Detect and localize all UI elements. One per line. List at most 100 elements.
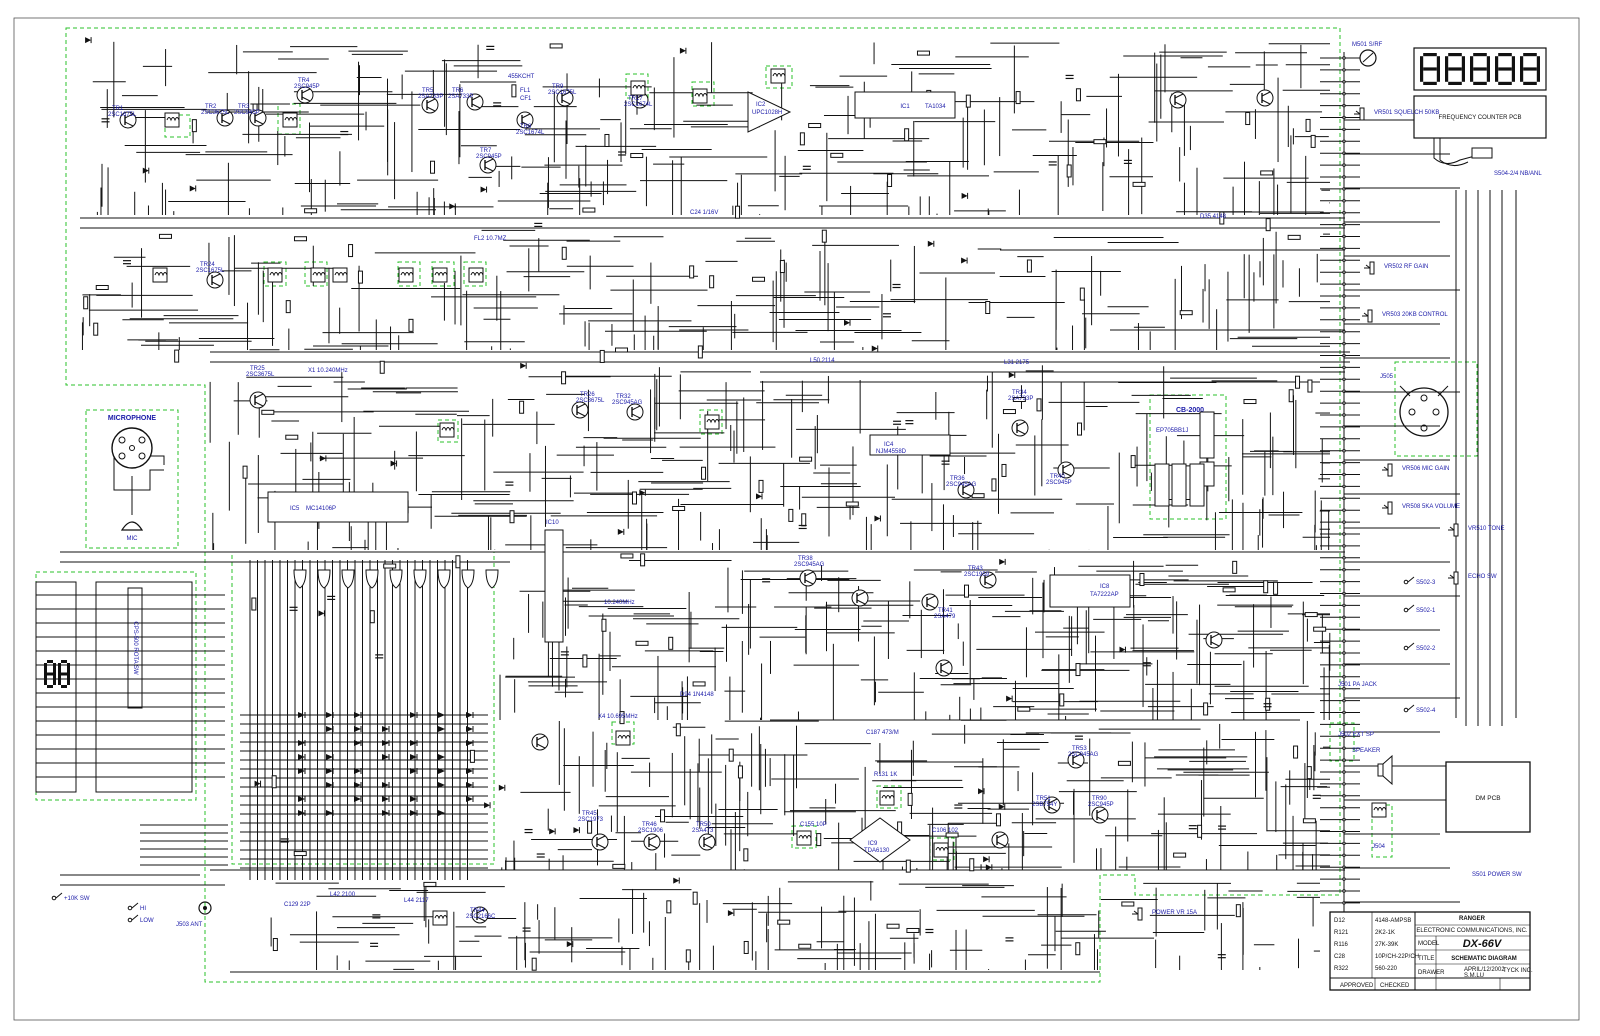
resistor bbox=[582, 207, 596, 213]
diode bbox=[189, 185, 196, 192]
annotation: FL2 10.7MZ bbox=[474, 236, 507, 242]
svg-text:UPC1028H: UPC1028H bbox=[752, 110, 782, 116]
transistor-part: 2SC945P bbox=[1046, 480, 1072, 486]
title-field-label: TITLE bbox=[1418, 956, 1434, 962]
note-value: 4148-AMPSB bbox=[1375, 918, 1411, 924]
diode bbox=[484, 802, 491, 809]
resistor bbox=[1288, 389, 1294, 403]
switch-label: S502-3 bbox=[1416, 580, 1436, 586]
resistor bbox=[779, 260, 785, 274]
resistor bbox=[668, 636, 674, 650]
matrix-diode bbox=[298, 796, 305, 802]
transistor bbox=[698, 833, 716, 851]
resistor bbox=[906, 927, 920, 933]
matrix-diode bbox=[438, 726, 445, 732]
logic-gate bbox=[341, 569, 355, 589]
segment bbox=[1470, 69, 1474, 82]
channel-digits bbox=[44, 660, 70, 688]
segment bbox=[1536, 69, 1540, 82]
resistor bbox=[799, 456, 813, 462]
transistor bbox=[1011, 419, 1029, 437]
segment bbox=[1498, 53, 1512, 57]
diode bbox=[1008, 371, 1015, 378]
annotation: C106 102 bbox=[932, 828, 959, 834]
matrix-diode bbox=[354, 726, 361, 732]
note-ref: D12 bbox=[1334, 918, 1346, 924]
resistor bbox=[1001, 463, 1007, 477]
switch-label: S502-4 bbox=[1416, 708, 1436, 714]
segment bbox=[47, 660, 53, 663]
diode bbox=[498, 784, 505, 791]
wiring bbox=[36, 41, 1517, 973]
resistor bbox=[1121, 901, 1135, 907]
svg-text:IC1: IC1 bbox=[900, 104, 910, 110]
resistor bbox=[737, 765, 743, 779]
resistor bbox=[743, 848, 749, 862]
matrix-diode bbox=[466, 796, 473, 802]
drawer-name: S.M.LU bbox=[1464, 973, 1484, 979]
transistor-part: 2SC1973 bbox=[578, 817, 604, 823]
resistor bbox=[369, 610, 375, 624]
resistor bbox=[620, 553, 634, 559]
resistor bbox=[808, 123, 822, 129]
resistor bbox=[758, 479, 764, 493]
resistor bbox=[242, 465, 248, 479]
drawing-title: SCHEMATIC DIAGRAM bbox=[1451, 956, 1517, 962]
resistor bbox=[830, 152, 844, 158]
resistor bbox=[251, 597, 257, 611]
resistor bbox=[1077, 422, 1083, 436]
logic-gate bbox=[293, 569, 307, 589]
resistor bbox=[1179, 310, 1193, 316]
transistor-part: 2SA733P bbox=[418, 94, 443, 100]
transistor-part: 2SC1674L bbox=[516, 130, 545, 136]
resistor bbox=[174, 349, 180, 363]
resistor bbox=[1306, 766, 1312, 780]
resistor bbox=[1245, 112, 1251, 126]
diode bbox=[755, 493, 762, 500]
transistor-part: 2SC1906 bbox=[638, 828, 664, 834]
connector-label: J501 PA JACK bbox=[1338, 682, 1377, 688]
schematic-sheet: FREQUENCY COUNTER PCB S504-2/4 NB/ANL MI… bbox=[0, 0, 1580, 1021]
resistor bbox=[728, 748, 734, 762]
resistor bbox=[1036, 398, 1042, 412]
segment bbox=[1423, 53, 1437, 57]
transistor-part: 2SA473 bbox=[692, 828, 714, 834]
resistor bbox=[158, 233, 172, 239]
logic-gate bbox=[365, 569, 379, 589]
resistor bbox=[660, 809, 666, 823]
annotation: L31 2175 bbox=[1004, 360, 1030, 366]
annotation: L50 2114 bbox=[810, 358, 835, 364]
resistor bbox=[887, 173, 893, 187]
resistor bbox=[1302, 818, 1316, 824]
transistor bbox=[1205, 631, 1223, 649]
resistor bbox=[845, 501, 859, 507]
resistor bbox=[348, 244, 354, 258]
resistor bbox=[1075, 942, 1081, 956]
annotation: 455KCHT bbox=[508, 74, 535, 80]
matrix-diode bbox=[410, 712, 417, 718]
transistor-part: 2SC945AG bbox=[946, 482, 977, 488]
resistor bbox=[1235, 904, 1241, 918]
matrix-diode bbox=[354, 712, 361, 718]
annotation: X4 10.695MHz bbox=[598, 714, 638, 720]
transistor-part: 2SA479 bbox=[934, 614, 956, 620]
channel-display-module: CPS-500 ROTA SW bbox=[35, 581, 193, 793]
transistor-part: 2SC1675L bbox=[108, 112, 137, 118]
matrix-diode bbox=[326, 712, 333, 718]
resistor bbox=[965, 94, 971, 108]
note-ref: R322 bbox=[1334, 966, 1349, 972]
connector-label: J504 bbox=[1372, 844, 1386, 850]
diode bbox=[999, 558, 1006, 565]
segment bbox=[47, 672, 53, 676]
transistor-part: 2SC1674L bbox=[624, 102, 653, 108]
resistor bbox=[615, 347, 629, 353]
diode bbox=[843, 319, 850, 326]
transistor-part: 2SA733P bbox=[1008, 396, 1033, 402]
frequency-counter-label: FREQUENCY COUNTER PCB bbox=[1439, 115, 1522, 121]
control-label: VR510 TONE bbox=[1468, 526, 1504, 532]
diode bbox=[390, 460, 397, 467]
segment bbox=[1520, 69, 1524, 82]
segment bbox=[1420, 56, 1424, 69]
switch-label: S502-1 bbox=[1416, 608, 1436, 614]
resistor bbox=[455, 555, 461, 569]
